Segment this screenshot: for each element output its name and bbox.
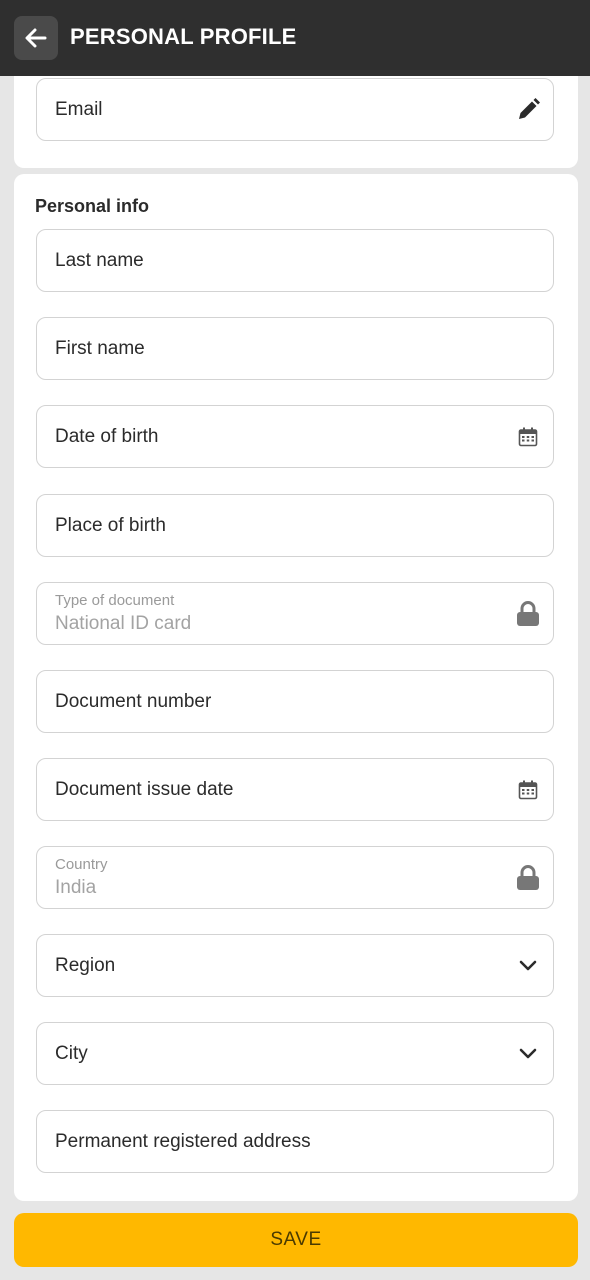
- save-button[interactable]: SAVE: [14, 1213, 578, 1267]
- calendar-icon[interactable]: [515, 777, 541, 803]
- lock-icon: [515, 864, 541, 891]
- pencil-icon[interactable]: [515, 97, 541, 123]
- region-select[interactable]: Region: [36, 934, 554, 997]
- country-value: India: [55, 877, 97, 898]
- document-type-label: Type of document: [55, 592, 175, 609]
- email-card: Email: [14, 60, 578, 168]
- city-select[interactable]: City: [36, 1022, 554, 1085]
- document-number-label: Document number: [55, 690, 212, 712]
- calendar-icon[interactable]: [515, 424, 541, 450]
- lock-icon: [515, 600, 541, 627]
- top-bar: PERSONAL PROFILE: [0, 0, 590, 76]
- document-type-field: Type of document National ID card: [36, 582, 554, 645]
- last-name-label: Last name: [55, 249, 144, 271]
- first-name-label: First name: [55, 337, 145, 359]
- chevron-down-icon[interactable]: [515, 953, 541, 979]
- page-title: PERSONAL PROFILE: [70, 24, 297, 49]
- country-field: Country India: [36, 846, 554, 909]
- section-title: Personal info: [35, 196, 150, 216]
- email-label: Email: [55, 98, 103, 120]
- address-label: Permanent registered address: [55, 1130, 311, 1152]
- place-of-birth-label: Place of birth: [55, 514, 166, 536]
- document-number-field[interactable]: Document number: [36, 670, 554, 733]
- address-field[interactable]: Permanent registered address: [36, 1110, 554, 1173]
- document-issue-date-field[interactable]: Document issue date: [36, 758, 554, 821]
- email-field[interactable]: Email: [36, 78, 554, 141]
- last-name-field[interactable]: Last name: [36, 229, 554, 292]
- place-of-birth-field[interactable]: Place of birth: [36, 494, 554, 557]
- back-button[interactable]: [14, 16, 58, 60]
- region-label: Region: [55, 954, 116, 976]
- date-of-birth-label: Date of birth: [55, 425, 159, 447]
- city-label: City: [55, 1042, 88, 1064]
- first-name-field[interactable]: First name: [36, 317, 554, 380]
- date-of-birth-field[interactable]: Date of birth: [36, 405, 554, 468]
- country-label: Country: [55, 856, 108, 873]
- personal-info-card: Personal info Last name First name Date …: [14, 174, 578, 1201]
- document-issue-date-label: Document issue date: [55, 778, 234, 800]
- document-type-value: National ID card: [55, 613, 192, 634]
- arrow-left-icon: [25, 28, 47, 48]
- chevron-down-icon[interactable]: [515, 1041, 541, 1067]
